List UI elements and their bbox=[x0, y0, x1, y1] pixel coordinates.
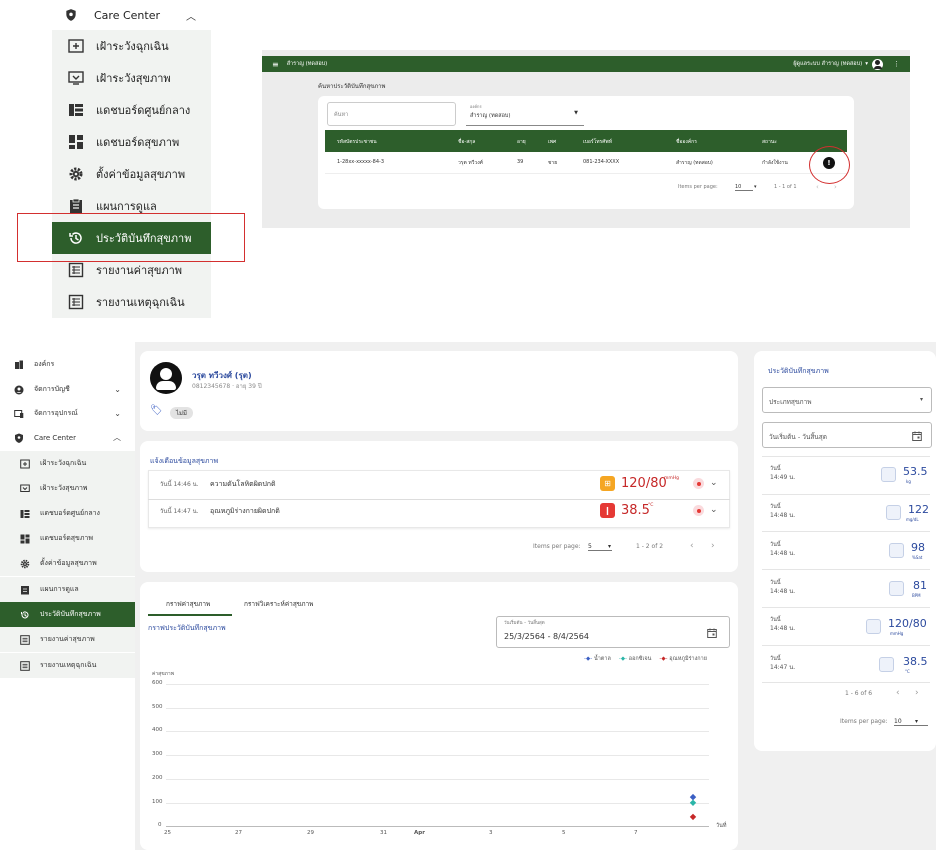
divider bbox=[762, 645, 930, 646]
history-value: 120/80 bbox=[888, 617, 927, 630]
divider bbox=[762, 607, 930, 608]
history-unit: mg/dL bbox=[906, 517, 919, 522]
history-time: 14:48 น. bbox=[770, 512, 796, 519]
divider bbox=[762, 456, 930, 457]
next-page-icon[interactable]: › bbox=[915, 688, 919, 698]
data-point[interactable] bbox=[689, 799, 697, 807]
history-value: 122 bbox=[908, 503, 929, 516]
divider bbox=[762, 569, 930, 570]
chevron-down-icon: ▾ bbox=[915, 718, 919, 725]
history-range: 1 - 6 of 6 bbox=[845, 690, 873, 697]
history-unit: °C bbox=[905, 669, 910, 674]
history-value: 98 bbox=[911, 541, 925, 554]
oxygen-icon bbox=[889, 543, 904, 558]
divider bbox=[762, 682, 930, 683]
history-unit: kg bbox=[906, 479, 911, 484]
divider bbox=[762, 531, 930, 532]
history-time: 14:47 น. bbox=[770, 664, 796, 671]
history-pager-size[interactable]: 10 bbox=[894, 718, 928, 726]
history-value: 53.5 bbox=[903, 465, 928, 478]
data-point[interactable] bbox=[689, 813, 697, 821]
history-title: ประวัติบันทึกสุขภาพ bbox=[768, 367, 829, 375]
prev-page-icon[interactable]: ‹ bbox=[896, 688, 900, 698]
history-unit: BPM bbox=[912, 593, 921, 598]
history-time: 14:49 น. bbox=[770, 474, 796, 481]
history-value: 81 bbox=[913, 579, 927, 592]
chevron-down-icon: ▾ bbox=[919, 396, 923, 403]
scale-icon bbox=[881, 467, 896, 482]
data-point[interactable] bbox=[689, 793, 697, 801]
history-date-placeholder: วันเริ่มต้น - วันสิ้นสุด bbox=[769, 433, 827, 441]
health-type-placeholder: ประเภทสุขภาพ bbox=[769, 398, 812, 406]
glucose-icon bbox=[886, 505, 901, 520]
history-time: 14:48 น. bbox=[770, 625, 796, 632]
divider bbox=[762, 494, 930, 495]
history-pager-label: Items per page: bbox=[840, 718, 888, 725]
calendar-icon[interactable] bbox=[912, 431, 922, 441]
history-time: 14:48 น. bbox=[770, 588, 796, 595]
heart-rate-icon bbox=[889, 581, 904, 596]
history-time: 14:48 น. bbox=[770, 550, 796, 557]
history-unit: mmHg bbox=[890, 631, 904, 636]
history-date-field[interactable]: วันเริ่มต้น - วันสิ้นสุด bbox=[762, 422, 932, 448]
health-type-select[interactable]: ประเภทสุขภาพ ▾ bbox=[762, 387, 932, 413]
history-value: 38.5 bbox=[903, 655, 928, 668]
thermometer-icon bbox=[879, 657, 894, 672]
history-unit: %Sat bbox=[912, 555, 923, 560]
blood-pressure-icon bbox=[866, 619, 881, 634]
